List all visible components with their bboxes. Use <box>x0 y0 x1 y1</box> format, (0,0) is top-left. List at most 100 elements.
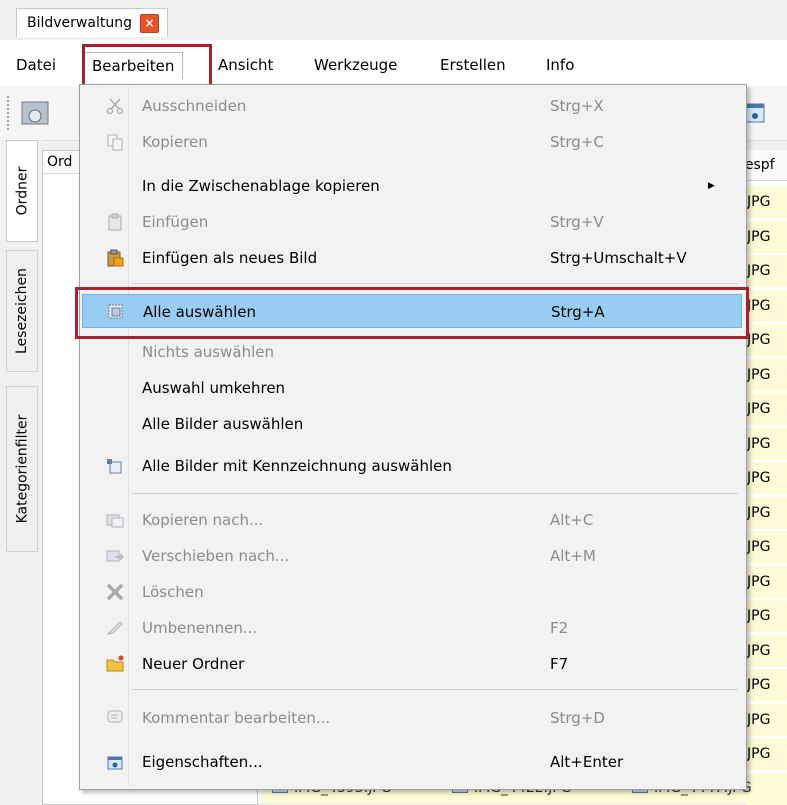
document-tab[interactable]: Bildverwaltung × <box>16 8 168 37</box>
document-tab-strip: Bildverwaltung × <box>0 0 787 40</box>
menu-item-nichts-auswaehlen[interactable]: Nichts auswählen <box>82 335 742 369</box>
menu-item-label: Kopieren nach... <box>142 511 264 529</box>
menu-separator <box>132 689 738 690</box>
menu-item-einfuegen[interactable]: Einfügen Strg+V <box>82 205 742 239</box>
side-tab-ordner-label: Ordner <box>14 166 31 216</box>
menu-item-kopieren-nach[interactable]: Kopieren nach... Alt+C <box>82 503 742 537</box>
menu-item-label: Eigenschaften... <box>142 753 263 771</box>
file-list-cell[interactable]: JPG <box>747 186 787 218</box>
menu-item-kommentar-bearbeiten[interactable]: Kommentar bearbeiten... Strg+D <box>82 701 742 735</box>
menu-item-label: Ausschneiden <box>142 97 247 115</box>
menu-item-alle-auswaehlen[interactable]: Alle auswählen Strg+A <box>82 294 742 328</box>
file-list-cell[interactable]: JPG <box>747 462 787 494</box>
window-icon <box>745 103 765 123</box>
file-list-cell[interactable]: JPG <box>747 427 787 460</box>
file-list-cell[interactable]: JPG <box>747 738 787 770</box>
menu-item-shortcut: Strg+A <box>551 303 605 321</box>
toolbar-properties-button[interactable] <box>744 96 778 130</box>
menu-item-shortcut: Strg+D <box>550 709 605 727</box>
camera-icon <box>21 101 49 125</box>
paste-icon <box>108 213 122 231</box>
file-list-cell[interactable]: JPG <box>747 358 787 391</box>
side-tab-kategorienfilter[interactable]: Kategorienfilter <box>6 386 38 552</box>
menu-werkzeuge[interactable]: Werkzeuge <box>314 52 397 78</box>
file-list-cell[interactable]: JPG <box>747 496 787 529</box>
menu-separator <box>132 493 738 494</box>
comment-icon <box>107 710 123 723</box>
menu-item-label: Nichts auswählen <box>142 343 274 361</box>
menu-item-label: Auswahl umkehren <box>142 379 286 397</box>
select-tagged-icon <box>107 459 122 474</box>
side-tab-strip: Ordner Lesezeichen Kategorienfilter <box>0 140 42 803</box>
menu-item-label: Alle Bilder auswählen <box>142 415 304 433</box>
side-tab-lesezeichen[interactable]: Lesezeichen <box>6 250 38 372</box>
menu-datei[interactable]: Datei <box>16 52 56 78</box>
menu-item-label: Einfügen als neues Bild <box>142 249 318 267</box>
document-tab-title: Bildverwaltung <box>27 15 132 31</box>
menu-item-kopieren[interactable]: Kopieren Strg+C <box>82 125 742 159</box>
menu-item-shortcut: Strg+V <box>550 213 604 231</box>
menu-item-zwischenablage-kopieren[interactable]: In die Zwischenablage kopieren ▶ <box>82 169 742 203</box>
menu-ansicht[interactable]: Ansicht <box>218 52 273 78</box>
file-list-cell[interactable]: JPG <box>747 393 787 425</box>
toolbar-grip[interactable] <box>7 96 12 130</box>
submenu-arrow-icon: ▶ <box>708 181 715 191</box>
menu-item-shortcut: Alt+C <box>550 511 594 529</box>
select-all-icon <box>108 304 123 319</box>
menu-item-shortcut: Alt+M <box>550 547 596 565</box>
menu-item-einfuegen-neues-bild[interactable]: Einfügen als neues Bild Strg+Umschalt+V <box>82 241 742 275</box>
move-to-icon <box>106 550 124 562</box>
properties-icon <box>107 756 123 770</box>
menu-item-label: Umbenennen... <box>142 619 258 637</box>
menu-item-umbenennen[interactable]: Umbenennen... F2 <box>82 611 742 645</box>
scissors-icon <box>106 98 124 115</box>
side-tab-kategorienfilter-label: Kategorienfilter <box>14 414 30 524</box>
file-list-cell[interactable]: JPG <box>747 289 787 322</box>
menu-item-label: Einfügen <box>142 213 209 231</box>
menu-item-eigenschaften[interactable]: Eigenschaften... Alt+Enter <box>82 745 742 779</box>
menu-item-alle-bilder-auswaehlen[interactable]: Alle Bilder auswählen <box>82 407 742 441</box>
toolbar-camera-button[interactable] <box>18 96 52 130</box>
side-tab-ordner[interactable]: Ordner <box>6 140 38 242</box>
menu-item-label: Alle Bilder mit Kennzeichnung auswählen <box>142 457 452 475</box>
menu-item-alle-bilder-kennzeichnung[interactable]: Alle Bilder mit Kennzeichnung auswählen <box>82 449 742 483</box>
menu-separator <box>132 283 738 284</box>
new-folder-icon <box>106 655 124 672</box>
menu-item-label: Verschieben nach... <box>142 547 290 565</box>
copy-icon <box>107 134 123 151</box>
menu-item-label: Löschen <box>142 583 204 601</box>
file-list-cell[interactable]: JPG <box>747 600 787 632</box>
paste-new-image-icon <box>107 249 124 267</box>
menu-item-auswahl-umkehren[interactable]: Auswahl umkehren <box>82 371 742 405</box>
file-list-cell[interactable]: JPG <box>747 220 787 253</box>
menu-erstellen[interactable]: Erstellen <box>440 52 506 78</box>
file-list-cell[interactable]: JPG <box>747 255 787 287</box>
menu-item-shortcut: Strg+Umschalt+V <box>550 249 687 267</box>
menu-item-shortcut: F2 <box>550 619 569 637</box>
menu-item-neuer-ordner[interactable]: Neuer Ordner F7 <box>82 647 742 681</box>
menu-item-ausschneiden[interactable]: Ausschneiden Strg+X <box>82 89 742 123</box>
menu-item-shortcut: Strg+X <box>550 97 604 115</box>
side-tab-lesezeichen-label: Lesezeichen <box>14 268 31 354</box>
edit-menu-dropdown: Ausschneiden Strg+X Kopieren Strg+C In d… <box>79 84 747 790</box>
menu-item-label: Neuer Ordner <box>142 655 245 673</box>
menu-item-verschieben-nach[interactable]: Verschieben nach... Alt+M <box>82 539 742 573</box>
tab-close-icon[interactable]: × <box>139 13 159 33</box>
menu-item-shortcut: F7 <box>550 655 569 673</box>
file-list-cell[interactable]: JPG <box>747 565 787 598</box>
menu-bearbeiten[interactable]: Bearbeiten <box>83 52 184 79</box>
file-list-cell[interactable]: JPG <box>747 669 787 701</box>
copy-to-icon <box>106 514 124 528</box>
file-list-cell[interactable]: JPG <box>747 703 787 736</box>
menu-info[interactable]: Info <box>546 52 574 78</box>
rename-icon <box>106 621 123 635</box>
menu-item-shortcut: Strg+C <box>550 133 604 151</box>
file-list-cell[interactable]: JPG <box>747 324 787 356</box>
menu-item-label: Alle auswählen <box>143 303 256 321</box>
menu-item-label: Kopieren <box>142 133 208 151</box>
menu-item-loeschen[interactable]: Löschen <box>82 575 742 609</box>
file-list-cell[interactable]: JPG <box>747 531 787 563</box>
menubar: Datei Bearbeiten Ansicht Werkzeuge Erste… <box>0 40 787 87</box>
menu-item-shortcut: Alt+Enter <box>550 753 624 771</box>
file-list-cell[interactable]: JPG <box>747 634 787 667</box>
